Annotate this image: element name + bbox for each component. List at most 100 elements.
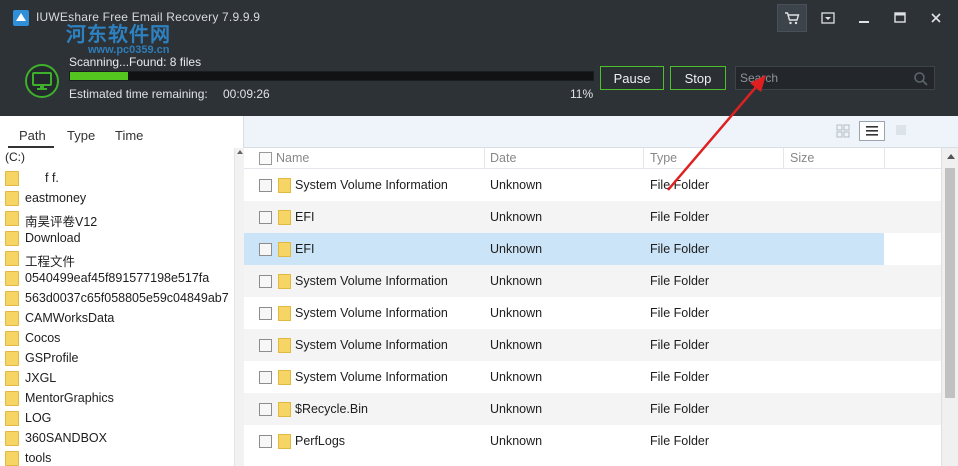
- folder-icon: [278, 306, 291, 321]
- scan-progress-bar: [69, 71, 594, 81]
- pause-button[interactable]: Pause: [600, 66, 664, 90]
- menu-dropdown-icon: [821, 12, 835, 24]
- monitor-status-icon: [25, 64, 59, 98]
- search-icon[interactable]: [913, 71, 929, 87]
- scroll-up-icon[interactable]: [947, 154, 955, 159]
- row-checkbox[interactable]: [259, 435, 272, 448]
- preview-view-icon[interactable]: [895, 124, 907, 136]
- column-divider[interactable]: [884, 148, 885, 169]
- tree-item-label: tools: [25, 451, 52, 465]
- table-row[interactable]: EFI Unknown File Folder: [244, 233, 884, 265]
- cell-date: Unknown: [490, 178, 543, 192]
- folder-icon: [278, 434, 291, 449]
- menu-dropdown-button[interactable]: [813, 4, 843, 32]
- column-divider[interactable]: [484, 148, 485, 169]
- tree-item-label: 360SANDBOX: [25, 431, 107, 445]
- tree-item-label: 0540499eaf45f891577198e517fa: [25, 271, 210, 285]
- tree-item[interactable]: Cocos: [5, 328, 233, 348]
- column-header-name[interactable]: Name: [276, 151, 309, 165]
- cart-button[interactable]: [777, 4, 807, 32]
- column-divider[interactable]: [643, 148, 644, 169]
- tab-path[interactable]: Path: [19, 128, 46, 143]
- table-row[interactable]: System Volume Information Unknown File Fol…: [244, 265, 941, 297]
- tree-item[interactable]: JXGL: [5, 368, 233, 388]
- tab-time[interactable]: Time: [115, 128, 143, 143]
- scroll-up-icon[interactable]: [237, 150, 243, 154]
- tree-item[interactable]: Download: [5, 228, 233, 248]
- minimize-icon: [859, 21, 869, 23]
- folder-icon: [5, 311, 19, 326]
- tree-item[interactable]: MentorGraphics: [5, 388, 233, 408]
- tree-item[interactable]: LOG: [5, 408, 233, 428]
- close-button[interactable]: [921, 4, 951, 32]
- table-scrollbar[interactable]: [941, 148, 958, 466]
- tree-item[interactable]: 工程文件: [5, 248, 233, 269]
- row-checkbox[interactable]: [259, 243, 272, 256]
- scan-progress-fill: [70, 72, 128, 80]
- search-input[interactable]: [740, 70, 910, 86]
- tree-item[interactable]: eastmoney: [5, 188, 233, 208]
- cell-name: PerfLogs: [295, 434, 346, 448]
- cell-type: File Folder: [650, 210, 710, 224]
- tab-type[interactable]: Type: [67, 128, 95, 143]
- tree-item[interactable]: tools: [5, 448, 233, 466]
- folder-icon: [5, 371, 19, 386]
- folder-icon: [5, 291, 19, 306]
- table-row[interactable]: $Recycle.Bin Unknown File Folder: [244, 393, 941, 425]
- table-row[interactable]: PerfLogs Unknown File Folder: [244, 425, 941, 457]
- cell-date: Unknown: [490, 370, 543, 384]
- cell-name: EFI: [295, 210, 315, 224]
- table-row[interactable]: System Volume Information Unknown File Fol…: [244, 297, 941, 329]
- table-row[interactable]: EFI Unknown File Folder: [244, 201, 941, 233]
- tree-item[interactable]: 南昊评卷V12: [5, 208, 233, 229]
- tree-root-drive[interactable]: (C:): [5, 150, 25, 164]
- tree-item[interactable]: 563d0037c65f058805e59c04849ab7: [5, 288, 233, 308]
- cell-type: File Folder: [650, 338, 710, 352]
- cart-icon: [785, 12, 800, 25]
- column-header-date[interactable]: Date: [490, 151, 516, 165]
- file-table: Name Date Type Size System Volume Inform…: [244, 148, 958, 466]
- row-checkbox[interactable]: [259, 211, 272, 224]
- tree-item-label: GSProfile: [25, 351, 79, 365]
- cell-name: System Volume Information: [295, 306, 448, 320]
- row-checkbox[interactable]: [259, 307, 272, 320]
- tree-item[interactable]: GSProfile: [5, 348, 233, 368]
- table-row[interactable]: System Volume Information Unknown File Fol…: [244, 329, 941, 361]
- folder-icon: [5, 331, 19, 346]
- tree-item[interactable]: 360SANDBOX: [5, 428, 233, 448]
- table-row[interactable]: System Volume Information Unknown File Fol…: [244, 361, 941, 393]
- row-checkbox[interactable]: [259, 339, 272, 352]
- maximize-button[interactable]: [885, 4, 915, 32]
- row-checkbox[interactable]: [259, 275, 272, 288]
- folder-icon: [5, 251, 19, 266]
- scrollbar-thumb[interactable]: [945, 168, 955, 398]
- maximize-icon: [894, 12, 906, 23]
- tree-item-label: 563d0037c65f058805e59c04849ab7: [25, 291, 229, 305]
- folder-icon: [5, 391, 19, 406]
- column-header-type[interactable]: Type: [650, 151, 677, 165]
- grid-view-icon[interactable]: [836, 124, 850, 138]
- column-divider[interactable]: [783, 148, 784, 169]
- tree-item-label: f f.: [45, 171, 59, 185]
- column-header-size[interactable]: Size: [790, 151, 814, 165]
- stop-button[interactable]: Stop: [670, 66, 726, 90]
- select-all-checkbox[interactable]: [259, 152, 272, 165]
- app-header: IUWEshare Free Email Recovery 7.9.9.9 河东…: [0, 0, 958, 116]
- row-checkbox[interactable]: [259, 403, 272, 416]
- tree-item-label: eastmoney: [25, 191, 87, 205]
- minimize-button[interactable]: [849, 4, 879, 32]
- tree-scrollbar[interactable]: [234, 148, 244, 466]
- tree-item[interactable]: 0540499eaf45f891577198e517fa: [5, 268, 233, 288]
- tree-item[interactable]: CAMWorksData: [5, 308, 233, 328]
- table-row[interactable]: System Volume Information Unknown File Fol…: [244, 169, 941, 201]
- tree-item[interactable]: f f.: [5, 168, 233, 188]
- tree-tabs: Path Type Time: [0, 116, 244, 148]
- row-checkbox[interactable]: [259, 179, 272, 192]
- time-remaining-label: Estimated time remaining:: [69, 87, 208, 101]
- search-box: [735, 66, 935, 90]
- list-view-button[interactable]: [859, 121, 885, 141]
- row-checkbox[interactable]: [259, 371, 272, 384]
- folder-icon: [278, 338, 291, 353]
- folder-icon: [5, 191, 19, 206]
- cell-type: File Folder: [650, 402, 710, 416]
